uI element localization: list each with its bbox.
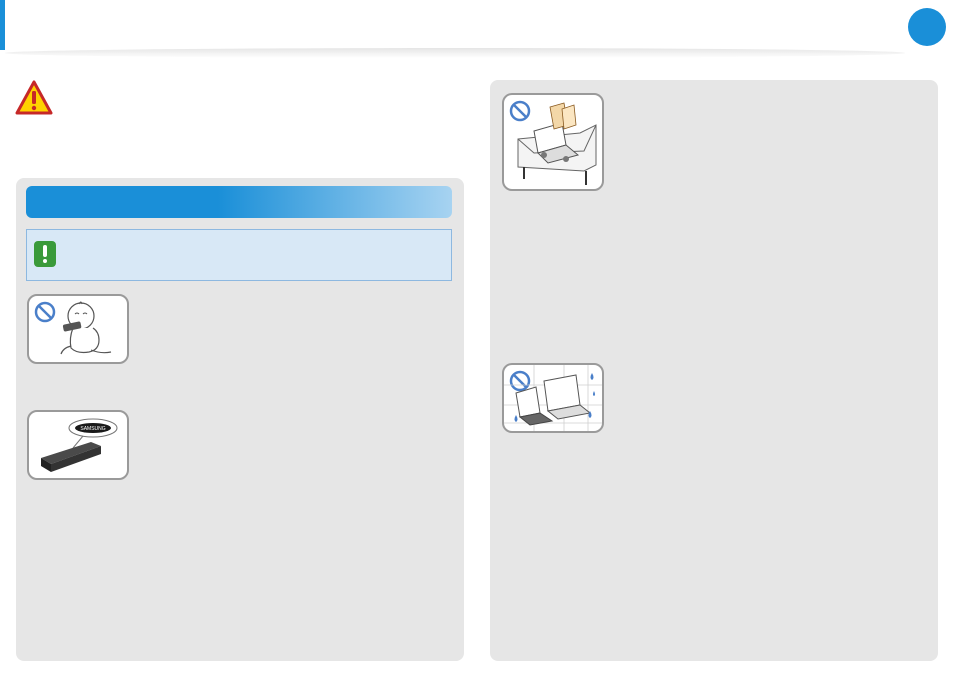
notice-box — [26, 229, 452, 281]
samsung-battery-illustration: SAMSUNG — [27, 410, 129, 480]
header-divider — [5, 48, 905, 58]
section-title-bar — [26, 186, 452, 218]
header-accent-bar — [0, 0, 5, 50]
laptop-in-wet-place-illustration — [502, 363, 604, 433]
prohibited-icon — [509, 370, 531, 392]
warning-triangle-icon — [15, 80, 53, 116]
prohibited-icon — [509, 100, 531, 122]
battery-brand-label: SAMSUNG — [80, 426, 105, 432]
page-number-badge — [908, 8, 946, 46]
notice-exclamation-icon — [34, 241, 56, 267]
laptop-on-sofa-illustration — [502, 93, 604, 191]
baby-chewing-battery-illustration — [27, 294, 129, 364]
prohibited-icon — [34, 301, 56, 323]
